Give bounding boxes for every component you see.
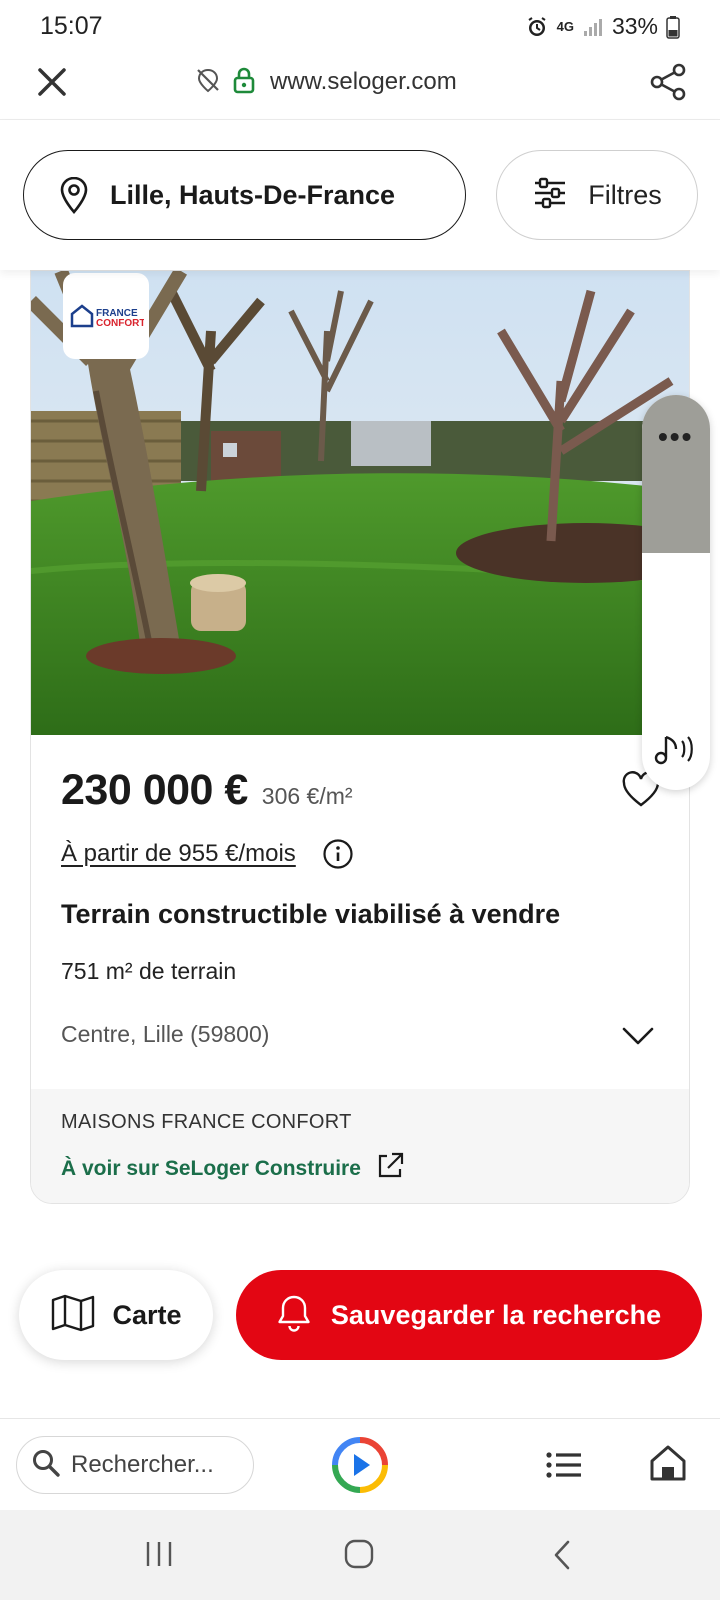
system-navigation-bar: [0, 1510, 720, 1600]
filters-button[interactable]: Filtres: [496, 150, 698, 240]
tracking-blocked-icon[interactable]: [194, 66, 222, 99]
listing-address: Centre, Lille (59800): [61, 1021, 270, 1047]
more-icon[interactable]: •••: [658, 421, 693, 453]
listing-card[interactable]: FRANCE CONFORT 230 000 € 306 €/m² À part…: [30, 270, 690, 1204]
info-icon[interactable]: [322, 838, 354, 870]
search-header: Lille, Hauts-De-France Filtres: [0, 120, 720, 270]
share-icon[interactable]: [648, 62, 688, 102]
financing-link[interactable]: À partir de 955 €/mois: [61, 840, 296, 868]
side-panel-top[interactable]: •••: [642, 395, 710, 553]
status-indicators: 4G 33%: [525, 13, 680, 40]
location-search-button[interactable]: Lille, Hauts-De-France: [23, 150, 466, 240]
browser-address-bar: www.seloger.com: [0, 52, 720, 120]
battery-icon: [666, 15, 680, 39]
assistant-play-icon[interactable]: [331, 1436, 389, 1494]
save-search-label: Sauvegarder la recherche: [330, 1299, 662, 1330]
svg-text:CONFORT: CONFORT: [96, 318, 144, 329]
agency-link-label[interactable]: À voir sur SeLoger Construire: [61, 1157, 361, 1181]
agency-logo: FRANCE CONFORT: [63, 273, 149, 359]
map-icon: [50, 1293, 96, 1338]
recent-apps-icon[interactable]: [143, 1538, 175, 1570]
signal-icon: [582, 16, 604, 38]
agency-footer: MAISONS FRANCE CONFORT À voir sur SeLoge…: [31, 1089, 689, 1203]
lock-icon: [232, 66, 256, 99]
floating-side-panel[interactable]: •••: [642, 395, 710, 790]
agency-name: MAISONS FRANCE CONFORT: [61, 1111, 352, 1133]
battery-level: 33%: [611, 13, 658, 39]
status-time: 15:07: [40, 12, 103, 40]
bell-icon: [277, 1294, 311, 1337]
alarm-icon: [525, 15, 549, 39]
listing-title: Terrain constructible viabilisé à vendre: [61, 899, 561, 929]
listing-surface: 751 m² de terrain: [61, 958, 237, 984]
map-label: Carte: [112, 1299, 182, 1330]
network-type: 4G: [556, 19, 574, 34]
browser-search-placeholder: Rechercher...: [71, 1451, 214, 1478]
search-icon: [31, 1448, 61, 1483]
price: 230 000 €: [61, 766, 248, 814]
price-per-m2: 306 €/m²: [261, 783, 353, 809]
save-search-button[interactable]: Sauvegarder la recherche: [236, 1270, 702, 1360]
audio-icon[interactable]: [652, 727, 700, 771]
home-icon[interactable]: [648, 1443, 688, 1483]
url-field[interactable]: www.seloger.com: [194, 64, 457, 100]
menu-icon[interactable]: [545, 1449, 583, 1481]
financing-row: À partir de 955 €/mois: [61, 838, 354, 870]
filters-icon: [532, 175, 568, 216]
external-link-icon: [375, 1151, 405, 1186]
status-bar: 15:07 4G 33%: [0, 0, 720, 52]
browser-search-field[interactable]: Rechercher...: [16, 1436, 254, 1494]
close-icon[interactable]: [34, 64, 70, 100]
filters-label: Filtres: [588, 179, 662, 210]
browser-bottom-toolbar: Rechercher...: [0, 1418, 720, 1510]
map-button[interactable]: Carte: [19, 1270, 213, 1360]
price-row: 230 000 € 306 €/m²: [61, 766, 353, 815]
location-label: Lille, Hauts-De-France: [110, 179, 396, 210]
url-text: www.seloger.com: [270, 68, 457, 95]
chevron-down-icon[interactable]: [621, 1019, 655, 1053]
agency-link[interactable]: À voir sur SeLoger Construire: [61, 1151, 405, 1186]
android-home-icon[interactable]: [342, 1537, 376, 1571]
back-icon[interactable]: [550, 1538, 574, 1572]
location-pin-icon: [58, 175, 90, 215]
